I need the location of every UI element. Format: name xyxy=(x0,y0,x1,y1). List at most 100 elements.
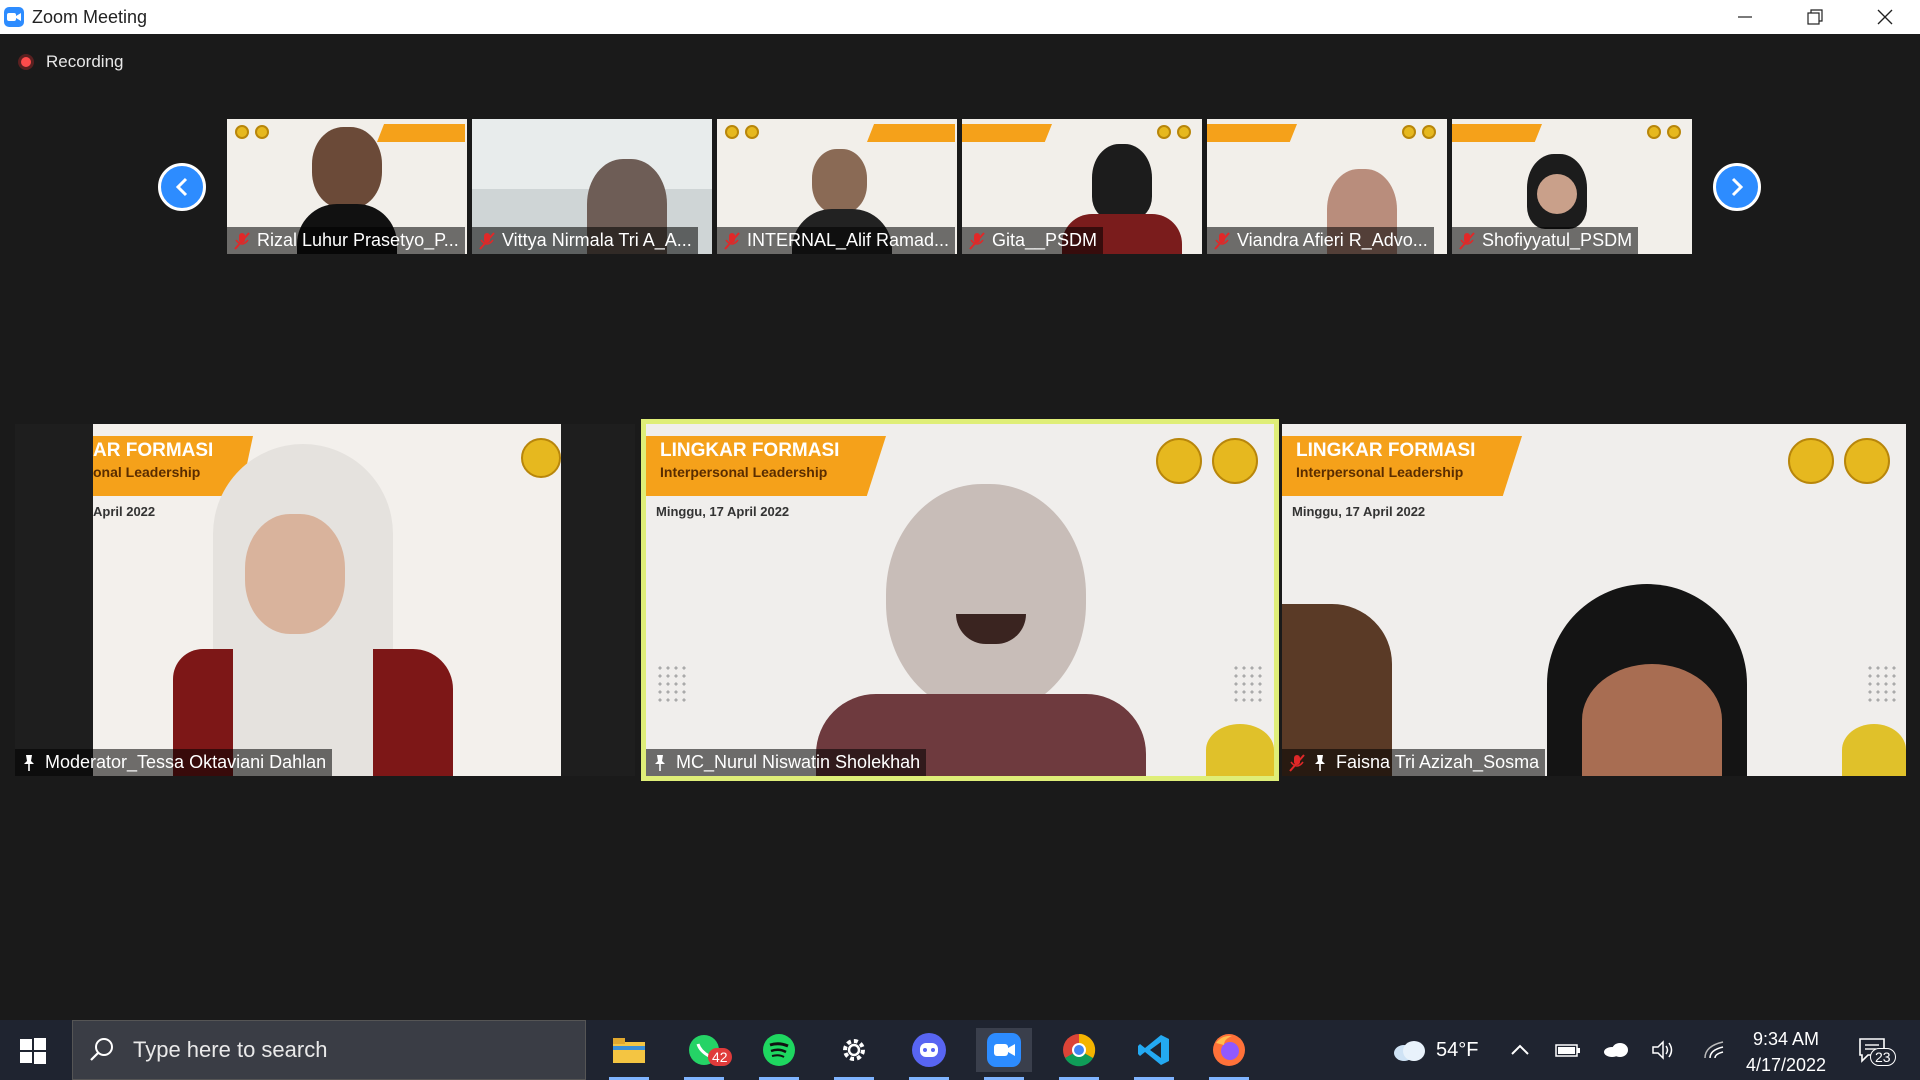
next-page-button[interactable] xyxy=(1713,163,1761,211)
volume-button[interactable] xyxy=(1651,1020,1675,1080)
participant-thumbnail[interactable]: Gita__PSDM xyxy=(962,119,1202,254)
participant-namebar: Rizal Luhur Prasetyo_P... xyxy=(227,227,465,254)
participant-video xyxy=(812,149,867,214)
video-tile-moderator[interactable]: AR FORMASI onal Leadership April 2022 Mo… xyxy=(15,424,635,776)
firefox-button[interactable] xyxy=(1201,1028,1257,1080)
banner-subtitle: Interpersonal Leadership xyxy=(660,464,828,480)
vscode-icon xyxy=(1138,1035,1169,1065)
participant-thumbnail[interactable]: Rizal Luhur Prasetyo_P... xyxy=(227,119,467,254)
participant-face xyxy=(245,514,345,634)
participant-namebar: MC_Nurul Niswatin Sholekhah xyxy=(646,749,927,776)
chrome-button[interactable] xyxy=(1051,1028,1107,1080)
decorative-dots xyxy=(1866,664,1898,704)
mic-muted-icon xyxy=(1289,753,1305,772)
spotify-icon xyxy=(763,1034,795,1066)
emblem-icon xyxy=(521,438,561,478)
clock-date: 4/17/2022 xyxy=(1745,1055,1827,1075)
onedrive-button[interactable] xyxy=(1603,1020,1629,1080)
banner-subtitle: Interpersonal Leadership xyxy=(1296,464,1464,480)
participant-namebar: Gita__PSDM xyxy=(962,227,1104,254)
start-button[interactable] xyxy=(20,1038,46,1069)
show-hidden-icons-button[interactable] xyxy=(1510,1020,1530,1080)
mic-muted-icon xyxy=(234,231,250,250)
zoom-app-icon xyxy=(4,7,24,27)
taskbar-search-box[interactable]: Type here to search xyxy=(72,1020,586,1080)
participant-name: Moderator_Tessa Oktaviani Dahlan xyxy=(45,752,327,772)
settings-button[interactable] xyxy=(826,1028,882,1080)
participant-name: Shofiyyatul_PSDM xyxy=(1482,230,1633,250)
emblem-icon xyxy=(1844,438,1890,484)
spotify-button[interactable] xyxy=(751,1028,807,1080)
participant-thumbnail[interactable]: Vittya Nirmala Tri A_A... xyxy=(472,119,712,254)
zoom-button[interactable] xyxy=(976,1028,1032,1080)
participant-name: MC_Nurul Niswatin Sholekhah xyxy=(676,752,921,772)
participant-name: Vittya Nirmala Tri A_A... xyxy=(502,230,692,250)
network-button[interactable] xyxy=(1703,1020,1725,1080)
close-button[interactable] xyxy=(1850,0,1920,34)
chevron-right-icon xyxy=(1731,177,1744,197)
minimize-button[interactable] xyxy=(1710,0,1780,34)
video-tile-participant[interactable]: LINGKAR FORMASI Interpersonal Leadership… xyxy=(1282,424,1906,776)
discord-button[interactable] xyxy=(901,1028,957,1080)
banner-title: AR FORMASI xyxy=(93,440,214,461)
mic-muted-icon xyxy=(969,231,985,250)
emblem-icon xyxy=(745,125,759,139)
notification-center-button[interactable]: 23 xyxy=(1858,1020,1896,1080)
banner-date: April 2022 xyxy=(93,504,156,519)
clock-time: 9:34 AM xyxy=(1752,1029,1820,1049)
emblem-icon xyxy=(1788,438,1834,484)
participant-face xyxy=(1582,664,1722,776)
zoom-icon xyxy=(987,1033,1021,1067)
banner-date: Minggu, 17 April 2022 xyxy=(656,504,790,519)
participant-namebar: Faisna Tri Azizah_Sosma xyxy=(1282,749,1546,776)
meeting-area: Recording Rizal Luhur Prasetyo_P... Vitt… xyxy=(0,34,1920,1020)
participant-video xyxy=(312,127,382,209)
participant-face xyxy=(886,484,1086,714)
recording-dot-icon xyxy=(18,54,34,70)
participant-shirt xyxy=(373,649,453,776)
gear-icon xyxy=(843,1039,865,1061)
previous-page-button[interactable] xyxy=(158,163,206,211)
weather-widget[interactable]: 54°F xyxy=(1392,1020,1478,1080)
event-banner xyxy=(1207,124,1297,142)
whatsapp-badge: 42 xyxy=(708,1048,732,1066)
taskbar-clock[interactable]: 9:34 AM 4/17/2022 xyxy=(1736,1026,1836,1078)
discord-icon xyxy=(912,1033,946,1067)
participant-namebar: Shofiyyatul_PSDM xyxy=(1452,227,1639,254)
restore-button[interactable] xyxy=(1780,0,1850,34)
whatsapp-button[interactable]: 42 xyxy=(676,1028,732,1080)
recording-indicator[interactable]: Recording xyxy=(18,52,124,72)
vscode-button[interactable] xyxy=(1126,1028,1182,1080)
participant-video xyxy=(1092,144,1152,219)
notification-count-badge: 23 xyxy=(1870,1048,1896,1066)
participant-thumbnail[interactable]: Shofiyyatul_PSDM xyxy=(1452,119,1692,254)
windows-logo-icon xyxy=(20,1038,46,1064)
emblem-icon xyxy=(725,125,739,139)
onedrive-cloud-icon xyxy=(1604,1043,1628,1057)
video-feed: LINGKAR FORMASI Interpersonal Leadership… xyxy=(646,424,1274,776)
chevron-left-icon xyxy=(175,177,188,197)
participant-thumbnail[interactable]: Viandra Afieri R_Advo... xyxy=(1207,119,1447,254)
emblem-icon xyxy=(1177,125,1191,139)
video-tile-active-speaker[interactable]: LINGKAR FORMASI Interpersonal Leadership… xyxy=(641,419,1279,781)
participant-namebar: Vittya Nirmala Tri A_A... xyxy=(472,227,698,254)
event-banner xyxy=(867,124,955,142)
chevron-up-icon xyxy=(1511,1044,1529,1055)
search-icon xyxy=(90,1038,113,1061)
participant-thumbnail[interactable]: INTERNAL_Alif Ramad... xyxy=(717,119,957,254)
mic-muted-icon xyxy=(1459,231,1475,250)
decorative-dots xyxy=(656,664,688,704)
emblem-icon xyxy=(1156,438,1202,484)
pin-icon xyxy=(1315,754,1325,771)
emblem-icon xyxy=(1402,125,1416,139)
participant-namebar: Viandra Afieri R_Advo... xyxy=(1207,227,1434,254)
wifi-icon xyxy=(1704,1041,1724,1059)
banner-subtitle: onal Leadership xyxy=(93,464,201,480)
file-explorer-button[interactable] xyxy=(601,1028,657,1080)
cloud-icon xyxy=(1394,1041,1425,1061)
participant-namebar: INTERNAL_Alif Ramad... xyxy=(717,227,956,254)
participant-namebar: Moderator_Tessa Oktaviani Dahlan xyxy=(15,749,333,776)
battery-button[interactable] xyxy=(1555,1020,1581,1080)
banner-title: LINGKAR FORMASI xyxy=(1296,440,1476,461)
event-banner xyxy=(1452,124,1542,142)
